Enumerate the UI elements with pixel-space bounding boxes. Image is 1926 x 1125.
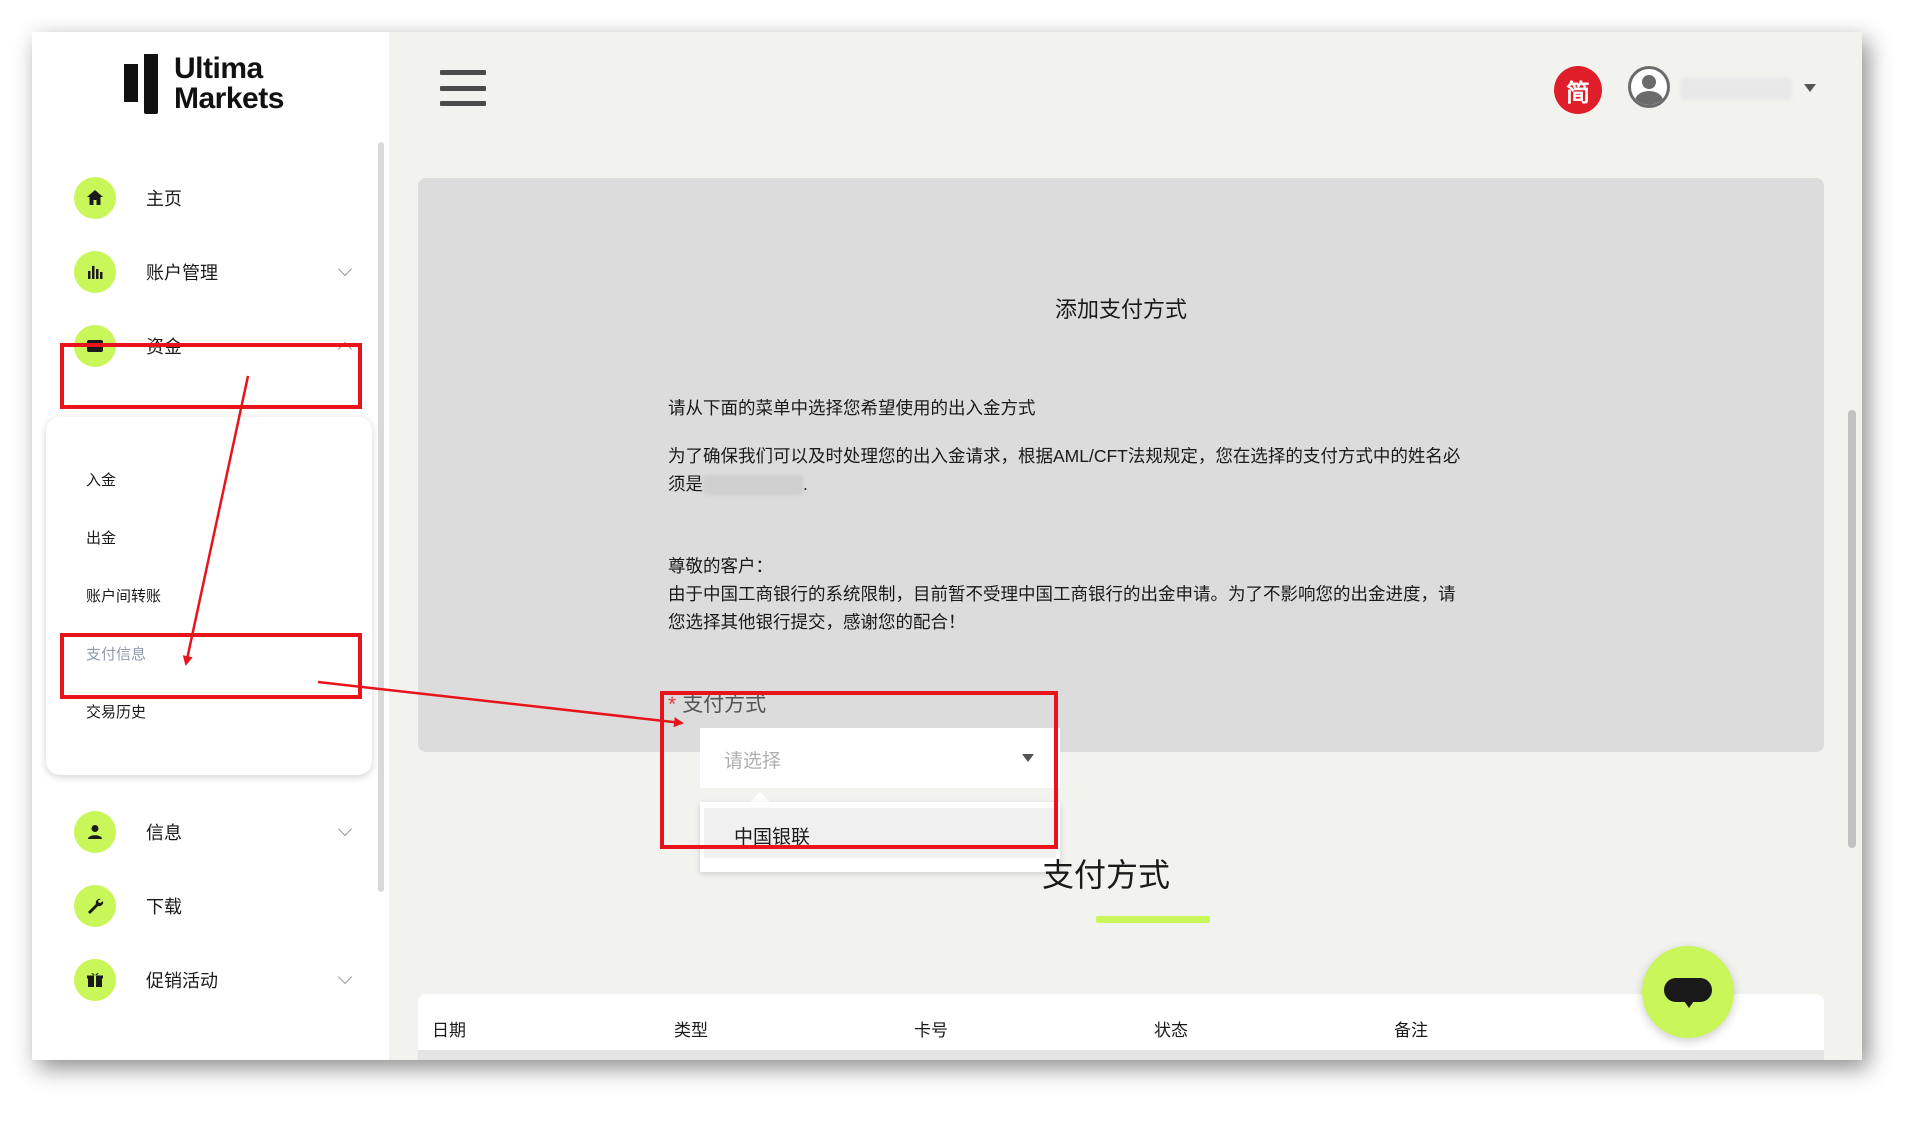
- sidebar-item-download[interactable]: 下载: [74, 878, 364, 934]
- annotation-box-dropdown: [660, 691, 1058, 849]
- annotation-box-payment-info: [60, 633, 362, 699]
- submenu-item-transfer[interactable]: 账户间转账: [86, 585, 161, 606]
- payment-methods-section-title: 支付方式: [1042, 857, 1171, 893]
- sidebar-item-home[interactable]: 主页: [74, 170, 364, 226]
- aml-notice: 为了确保我们可以及时处理您的出入金请求，根据AML/CFT法规规定，您在选择的支…: [668, 442, 1588, 498]
- annotation-box-funds: [60, 343, 362, 409]
- sidebar-item-account-management[interactable]: 账户管理: [74, 244, 364, 300]
- funds-submenu: 入金 出金 账户间转账 支付信息 交易历史: [46, 417, 372, 775]
- column-header-card-number: 卡号: [914, 1021, 948, 1040]
- sidebar-scrollbar[interactable]: [378, 142, 384, 892]
- user-name-redacted[interactable]: [1680, 78, 1792, 100]
- sidebar-item-label: 账户管理: [146, 263, 218, 283]
- language-switch-button[interactable]: 简: [1554, 66, 1602, 114]
- sidebar-item-label: 下载: [146, 897, 182, 917]
- sidebar-item-info[interactable]: 信息: [74, 804, 364, 860]
- submenu-item-deposit[interactable]: 入金: [86, 469, 116, 490]
- column-header-status: 状态: [1154, 1021, 1188, 1040]
- column-header-type: 类型: [674, 1021, 708, 1040]
- instruction-text: 请从下面的菜单中选择您希望使用的出入金方式: [668, 398, 1036, 418]
- hamburger-menu-icon[interactable]: [440, 70, 486, 106]
- submenu-item-withdraw[interactable]: 出金: [86, 527, 116, 548]
- brand-line1: Ultima: [174, 52, 263, 85]
- chevron-down-icon: [337, 821, 353, 837]
- aml-notice-line1: 为了确保我们可以及时处理您的出入金请求，根据AML/CFT法规规定，您在选择的支…: [668, 446, 1461, 466]
- notice-line1: 由于中国工商银行的系统限制，目前暂不受理中国工商银行的出金申请。为了不影响您的出…: [668, 584, 1456, 604]
- account-name-redacted: [703, 475, 803, 496]
- submenu-item-transaction-history[interactable]: 交易历史: [86, 701, 146, 722]
- app-window: Ultima Markets 主页 账户管理 资金 入金 出金 账户间转账 支付…: [32, 32, 1862, 1060]
- column-header-remark: 备注: [1394, 1021, 1428, 1040]
- card-title: 添加支付方式: [1054, 297, 1187, 322]
- brand-logo[interactable]: Ultima Markets: [124, 54, 284, 114]
- add-payment-method-card: 添加支付方式 请从下面的菜单中选择您希望使用的出入金方式 为了确保我们可以及时处…: [418, 178, 1824, 752]
- sidebar-item-label: 促销活动: [146, 971, 218, 991]
- home-icon: [74, 177, 116, 219]
- customer-notice: 尊敬的客户： 由于中国工商银行的系统限制，目前暂不受理中国工商银行的出金申请。为…: [668, 552, 1588, 636]
- notice-heading: 尊敬的客户：: [668, 556, 773, 576]
- main-scrollbar[interactable]: [1848, 410, 1856, 848]
- gift-icon: [74, 959, 116, 1001]
- table-body-strip: [418, 1050, 1824, 1060]
- user-avatar-icon[interactable]: [1628, 66, 1670, 108]
- aml-notice-prefix: 须是: [668, 474, 703, 494]
- sidebar-item-promotions[interactable]: 促销活动: [74, 952, 364, 1008]
- live-chat-button[interactable]: [1642, 946, 1734, 1038]
- sidebar-item-label: 信息: [146, 823, 182, 843]
- logo-mark-icon: [124, 54, 162, 114]
- notice-line2: 您选择其他银行提交，感谢您的配合！: [668, 612, 966, 632]
- brand-line2: Markets: [174, 82, 284, 115]
- user-menu-caret-icon[interactable]: [1804, 84, 1816, 92]
- aml-notice-line2: 须是.: [668, 470, 1588, 498]
- wrench-icon: [74, 885, 116, 927]
- section-title-underline: [1096, 916, 1210, 923]
- chevron-down-icon: [337, 261, 353, 277]
- chevron-down-icon: [337, 969, 353, 985]
- bar-chart-icon: [74, 251, 116, 293]
- sidebar: Ultima Markets 主页 账户管理 资金 入金 出金 账户间转账 支付…: [32, 32, 389, 1060]
- column-header-date: 日期: [432, 1021, 466, 1040]
- user-icon: [74, 811, 116, 853]
- aml-notice-suffix: .: [803, 474, 808, 494]
- sidebar-item-label: 主页: [146, 189, 182, 209]
